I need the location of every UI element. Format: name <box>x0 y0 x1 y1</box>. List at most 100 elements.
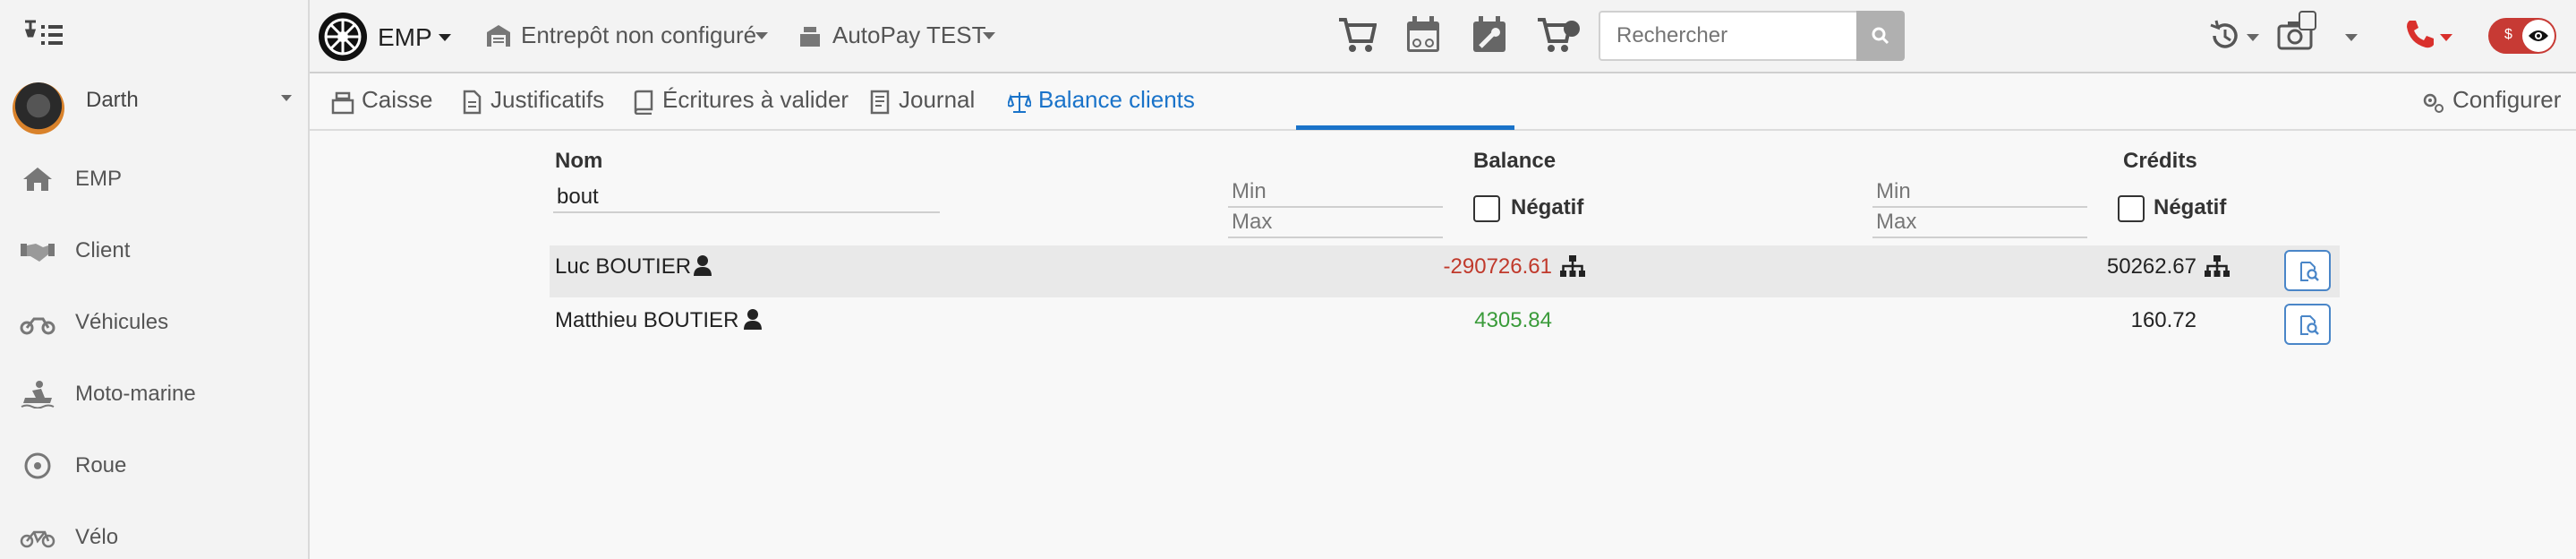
tab-bar: Caisse Justificatifs Écritures à valider… <box>310 73 2576 131</box>
search-field[interactable] <box>1599 11 1883 61</box>
configure-button[interactable]: Configurer <box>2422 73 2565 131</box>
chevron-down-icon <box>2345 34 2358 41</box>
sidebar-item-roue[interactable]: Roue <box>0 439 304 493</box>
credits-min-input[interactable] <box>1872 177 2087 208</box>
cart-icon <box>1339 18 1378 52</box>
balance-negative-checkbox[interactable] <box>1473 195 1500 222</box>
file-search-icon <box>2300 315 2319 335</box>
file-search-icon <box>2300 262 2319 281</box>
configure-label: Configurer <box>2452 86 2562 113</box>
calendar-repair-button[interactable] <box>1471 16 1507 54</box>
sidebar-toggle-icon[interactable] <box>23 20 68 50</box>
tab-label: Justificatifs <box>490 86 605 113</box>
camera-badge <box>2299 11 2316 30</box>
book-icon <box>634 90 653 115</box>
tab-journal[interactable]: Journal <box>868 73 985 131</box>
tab-label: Écritures à valider <box>662 86 849 113</box>
tab-caisse[interactable]: Caisse <box>331 73 439 131</box>
bicycle-icon <box>20 523 55 552</box>
sitemap-icon[interactable] <box>1559 254 1586 278</box>
sidebar-item-label: Client <box>75 238 131 262</box>
chevron-down-icon <box>2247 34 2259 41</box>
tab-label: Journal <box>899 86 976 113</box>
chevron-down-icon <box>755 32 768 39</box>
search-icon <box>1872 27 1889 45</box>
user-icon[interactable] <box>743 308 763 330</box>
view-details-button[interactable] <box>2284 250 2331 291</box>
warehouse-icon <box>487 25 510 47</box>
register-selector[interactable]: AutoPay TEST <box>798 20 1013 52</box>
warehouse-selector[interactable]: Entrepôt non configuré <box>485 20 772 52</box>
calendar-wrench-icon <box>1473 16 1506 52</box>
sitemap-icon[interactable] <box>2204 254 2231 278</box>
sidebar-item-label: Vélo <box>75 525 119 549</box>
sidebar-item-velo[interactable]: Vélo <box>0 511 304 559</box>
credits-max-input[interactable] <box>1872 208 2087 238</box>
sidebar-item-label: Véhicules <box>75 310 169 334</box>
user-menu[interactable]: Darth <box>13 79 299 138</box>
sidebar-item-client[interactable]: Client <box>0 224 304 278</box>
sidebar-item-emp[interactable]: EMP <box>0 152 304 206</box>
client-name: Matthieu BOUTIER <box>555 308 739 332</box>
eye-icon <box>2529 30 2548 41</box>
sidebar: Darth EMP Client Véhicules Moto-marine R… <box>0 0 310 559</box>
warehouse-label: Entrepôt non configuré <box>521 22 757 48</box>
name-filter-input[interactable] <box>553 183 940 213</box>
top-bar: EMP Entrepôt non configuré AutoPay TEST <box>310 0 2576 73</box>
brand-label: EMP <box>378 23 432 51</box>
tab-ecritures-a-valider[interactable]: Écritures à valider <box>632 73 849 131</box>
balance-negative-label: Négatif <box>1511 195 1584 219</box>
app-root: Darth EMP Client Véhicules Moto-marine R… <box>0 0 2576 559</box>
chevron-down-icon <box>439 34 451 41</box>
avatar <box>13 82 64 134</box>
column-header-balance: Balance <box>1473 149 1557 173</box>
handshake-icon <box>20 236 55 265</box>
history-menu[interactable] <box>2207 18 2261 54</box>
view-details-button[interactable] <box>2284 304 2331 345</box>
user-name: Darth <box>86 88 139 112</box>
calendar-icon <box>1407 16 1439 52</box>
cash-register-icon <box>331 91 354 115</box>
brand-menu[interactable]: EMP <box>317 11 451 63</box>
client-balance: -290726.61 <box>1443 254 1552 279</box>
calendar-vehicle-button[interactable] <box>1405 16 1441 54</box>
journal-icon <box>870 90 890 115</box>
credits-negative-label: Négatif <box>2154 195 2227 219</box>
chevron-down-icon <box>281 95 292 101</box>
table-row[interactable]: Luc BOUTIER -290726.61 50262.67 <box>550 245 2340 297</box>
history-icon <box>2210 20 2238 48</box>
sidebar-item-vehicules[interactable]: Véhicules <box>0 296 304 349</box>
credits-negative-checkbox[interactable] <box>2118 195 2145 222</box>
cash-register-icon <box>800 27 820 47</box>
sidebar-item-label: Roue <box>75 453 127 477</box>
camera-menu[interactable] <box>2277 11 2358 56</box>
active-tab-indicator <box>1296 125 1514 130</box>
gears-icon <box>2423 93 2444 113</box>
client-credits: 160.72 <box>2130 308 2196 332</box>
tab-label: Caisse <box>362 86 433 113</box>
phone-icon <box>2407 21 2434 48</box>
balance-min-input[interactable] <box>1228 177 1443 208</box>
phone-menu[interactable] <box>2404 18 2458 54</box>
tab-balance-clients[interactable]: Balance clients <box>1008 73 1205 131</box>
cart-button[interactable] <box>1337 16 1378 54</box>
search-button[interactable] <box>1856 11 1905 61</box>
column-header-credits: Crédits <box>2123 149 2197 173</box>
column-header-name: Nom <box>555 149 603 173</box>
home-icon <box>20 165 55 194</box>
table-row[interactable]: Matthieu BOUTIER 4305.84 160.72 <box>550 299 2340 351</box>
sidebar-item-label: EMP <box>75 167 123 191</box>
tab-justificatifs[interactable]: Justificatifs <box>460 73 612 131</box>
cart-motorcycle-icon <box>1538 18 1580 52</box>
cart-vehicle-button[interactable] <box>1536 16 1582 54</box>
user-icon[interactable] <box>693 254 712 276</box>
sidebar-item-moto-marine[interactable]: Moto-marine <box>0 367 304 421</box>
tab-label: Balance clients <box>1038 86 1195 113</box>
search-input[interactable] <box>1600 13 1881 59</box>
balance-max-input[interactable] <box>1228 208 1443 238</box>
client-credits: 50262.67 <box>2106 254 2196 279</box>
toggle-currency-label: $ <box>2504 27 2512 42</box>
file-icon <box>463 90 482 115</box>
wheel-icon <box>20 452 55 480</box>
visibility-toggle[interactable]: $ <box>2488 18 2556 54</box>
